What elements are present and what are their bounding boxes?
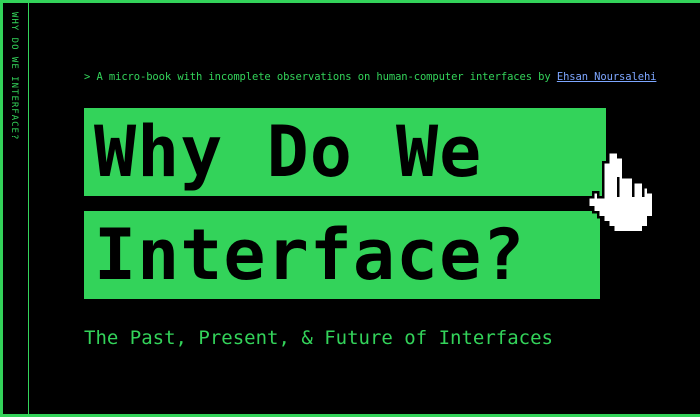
intro-line: > A micro-book with incomplete observati… (84, 71, 656, 83)
side-rail-divider (28, 0, 29, 417)
pointer-hand-icon (588, 152, 655, 232)
page-title-line-2: Interface? (84, 211, 600, 299)
side-vertical-title: WHY DO WE INTERFACE? (9, 12, 19, 141)
page-title-line-1: Why Do We (84, 108, 606, 196)
subtitle: The Past, Present, & Future of Interface… (84, 327, 553, 349)
intro-text: > A micro-book with incomplete observati… (84, 71, 557, 83)
author-link[interactable]: Ehsan Noursalehi (557, 71, 657, 83)
